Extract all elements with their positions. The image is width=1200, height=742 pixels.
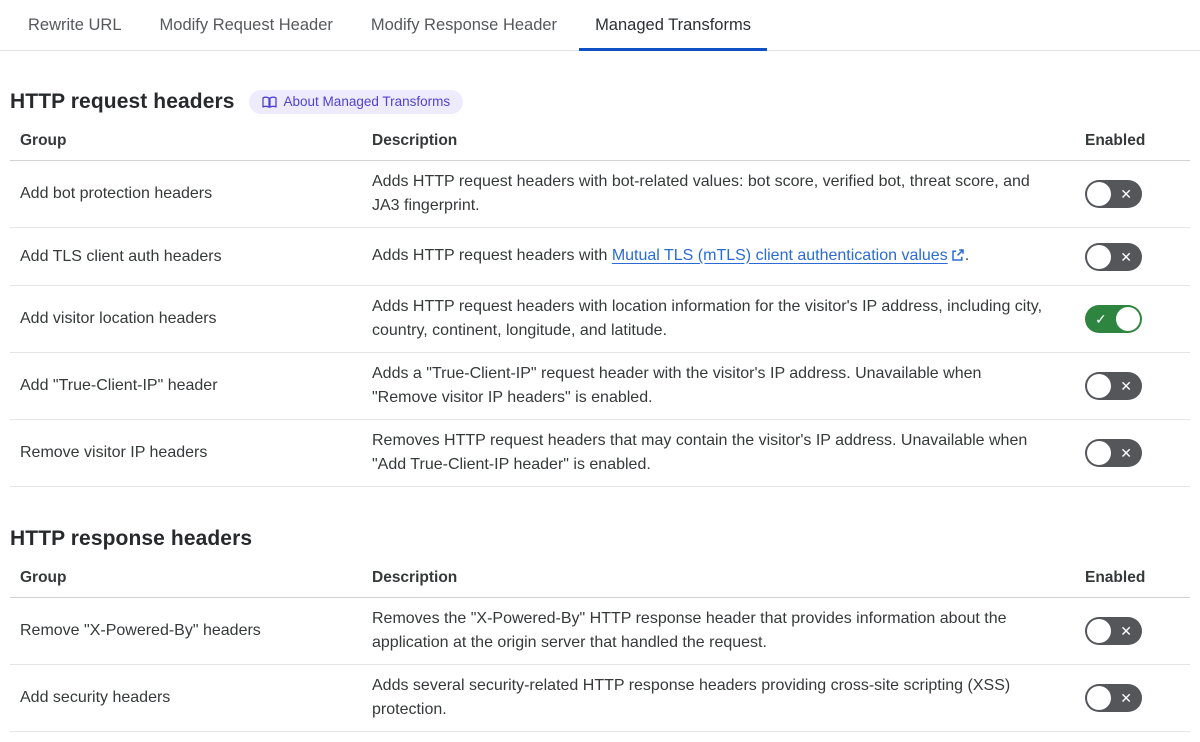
toggle-knob <box>1087 374 1111 398</box>
enabled-toggle[interactable]: ✓ <box>1085 305 1142 333</box>
row-description: Adds HTTP request headers with location … <box>372 298 1043 339</box>
toggle-state-icon: ✓ <box>1095 311 1107 327</box>
toggle-knob <box>1087 182 1111 206</box>
group-label: Remove "X-Powered-By" headers <box>20 622 261 639</box>
enabled-toggle[interactable]: ✕ <box>1085 180 1142 208</box>
description-text: . <box>964 246 970 264</box>
row-description: Adds several security-related HTTP respo… <box>372 677 1011 718</box>
enabled-toggle[interactable]: ✕ <box>1085 617 1142 645</box>
enabled-toggle[interactable]: ✕ <box>1085 242 1142 271</box>
toggle-knob <box>1087 244 1111 269</box>
row-description: Removes the "X-Powered-By" HTTP response… <box>372 610 1007 651</box>
group-label: Add visitor location headers <box>20 310 217 327</box>
toggle-knob <box>1087 619 1111 643</box>
table-row: Remove "X-Powered-By" headers Removes th… <box>10 598 1190 665</box>
table-header-row: Group Description Enabled <box>10 127 1190 161</box>
toggle-knob <box>1116 307 1140 331</box>
column-header-enabled: Enabled <box>1085 132 1146 149</box>
column-header-group: Group <box>20 132 67 149</box>
toggle-state-icon: ✕ <box>1120 690 1132 706</box>
tab-modify-response-header[interactable]: Modify Response Header <box>355 0 573 50</box>
enabled-toggle[interactable]: ✕ <box>1085 684 1142 712</box>
managed-transforms-page: HTTP request headers About Managed Trans… <box>0 90 1200 732</box>
row-description: Adds HTTP request headers with bot-relat… <box>372 173 1030 214</box>
description-text: Adds HTTP request headers with <box>372 246 612 264</box>
tab-managed-transforms[interactable]: Managed Transforms <box>579 0 767 51</box>
table-row: Add visitor location headers Adds HTTP r… <box>10 286 1190 353</box>
enabled-toggle[interactable]: ✕ <box>1085 372 1142 400</box>
table-row: Add TLS client auth headers Adds HTTP re… <box>10 228 1190 286</box>
tab-modify-request-header[interactable]: Modify Request Header <box>144 0 349 50</box>
request-headers-title: HTTP request headers <box>10 90 235 113</box>
row-description: Adds a "True-Client-IP" request header w… <box>372 365 982 406</box>
toggle-state-icon: ✕ <box>1120 248 1132 265</box>
toggle-knob <box>1087 441 1111 465</box>
about-managed-transforms-link[interactable]: About Managed Transforms <box>248 90 464 114</box>
enabled-toggle[interactable]: ✕ <box>1085 439 1142 467</box>
about-badge-label: About Managed Transforms <box>283 94 451 110</box>
table-row: Add "True-Client-IP" header Adds a "True… <box>10 353 1190 420</box>
group-label: Add bot protection headers <box>20 185 213 202</box>
toggle-knob <box>1087 686 1111 710</box>
group-label: Add TLS client auth headers <box>20 247 222 265</box>
book-icon <box>261 96 277 109</box>
table-row: Add bot protection headers Adds HTTP req… <box>10 161 1190 228</box>
row-description: Adds HTTP request headers with Mutual TL… <box>362 244 1075 270</box>
tab-bar: Rewrite URL Modify Request Header Modify… <box>0 0 1200 51</box>
toggle-state-icon: ✕ <box>1120 378 1132 394</box>
toggle-state-icon: ✕ <box>1120 623 1132 639</box>
response-headers-table: Group Description Enabled Remove "X-Powe… <box>10 564 1190 732</box>
column-header-description: Description <box>372 569 458 586</box>
toggle-state-icon: ✕ <box>1120 186 1132 202</box>
tab-rewrite-url[interactable]: Rewrite URL <box>12 0 138 50</box>
column-header-enabled: Enabled <box>1085 569 1146 586</box>
group-label: Remove visitor IP headers <box>20 444 208 461</box>
external-link-icon <box>951 246 965 270</box>
table-row: Remove visitor IP headers Removes HTTP r… <box>10 420 1190 487</box>
column-header-description: Description <box>372 132 458 149</box>
table-header-row: Group Description Enabled <box>10 564 1190 598</box>
row-description: Removes HTTP request headers that may co… <box>372 432 1028 473</box>
table-row: Add security headers Adds several securi… <box>10 665 1190 732</box>
response-headers-title: HTTP response headers <box>10 527 253 550</box>
column-header-group: Group <box>20 569 67 586</box>
toggle-state-icon: ✕ <box>1120 445 1132 461</box>
group-label: Add security headers <box>20 689 171 706</box>
group-label: Add "True-Client-IP" header <box>20 377 218 394</box>
mtls-docs-link[interactable]: Mutual TLS (mTLS) client authentication … <box>612 247 948 264</box>
request-headers-table: Group Description Enabled Add bot protec… <box>10 127 1190 487</box>
